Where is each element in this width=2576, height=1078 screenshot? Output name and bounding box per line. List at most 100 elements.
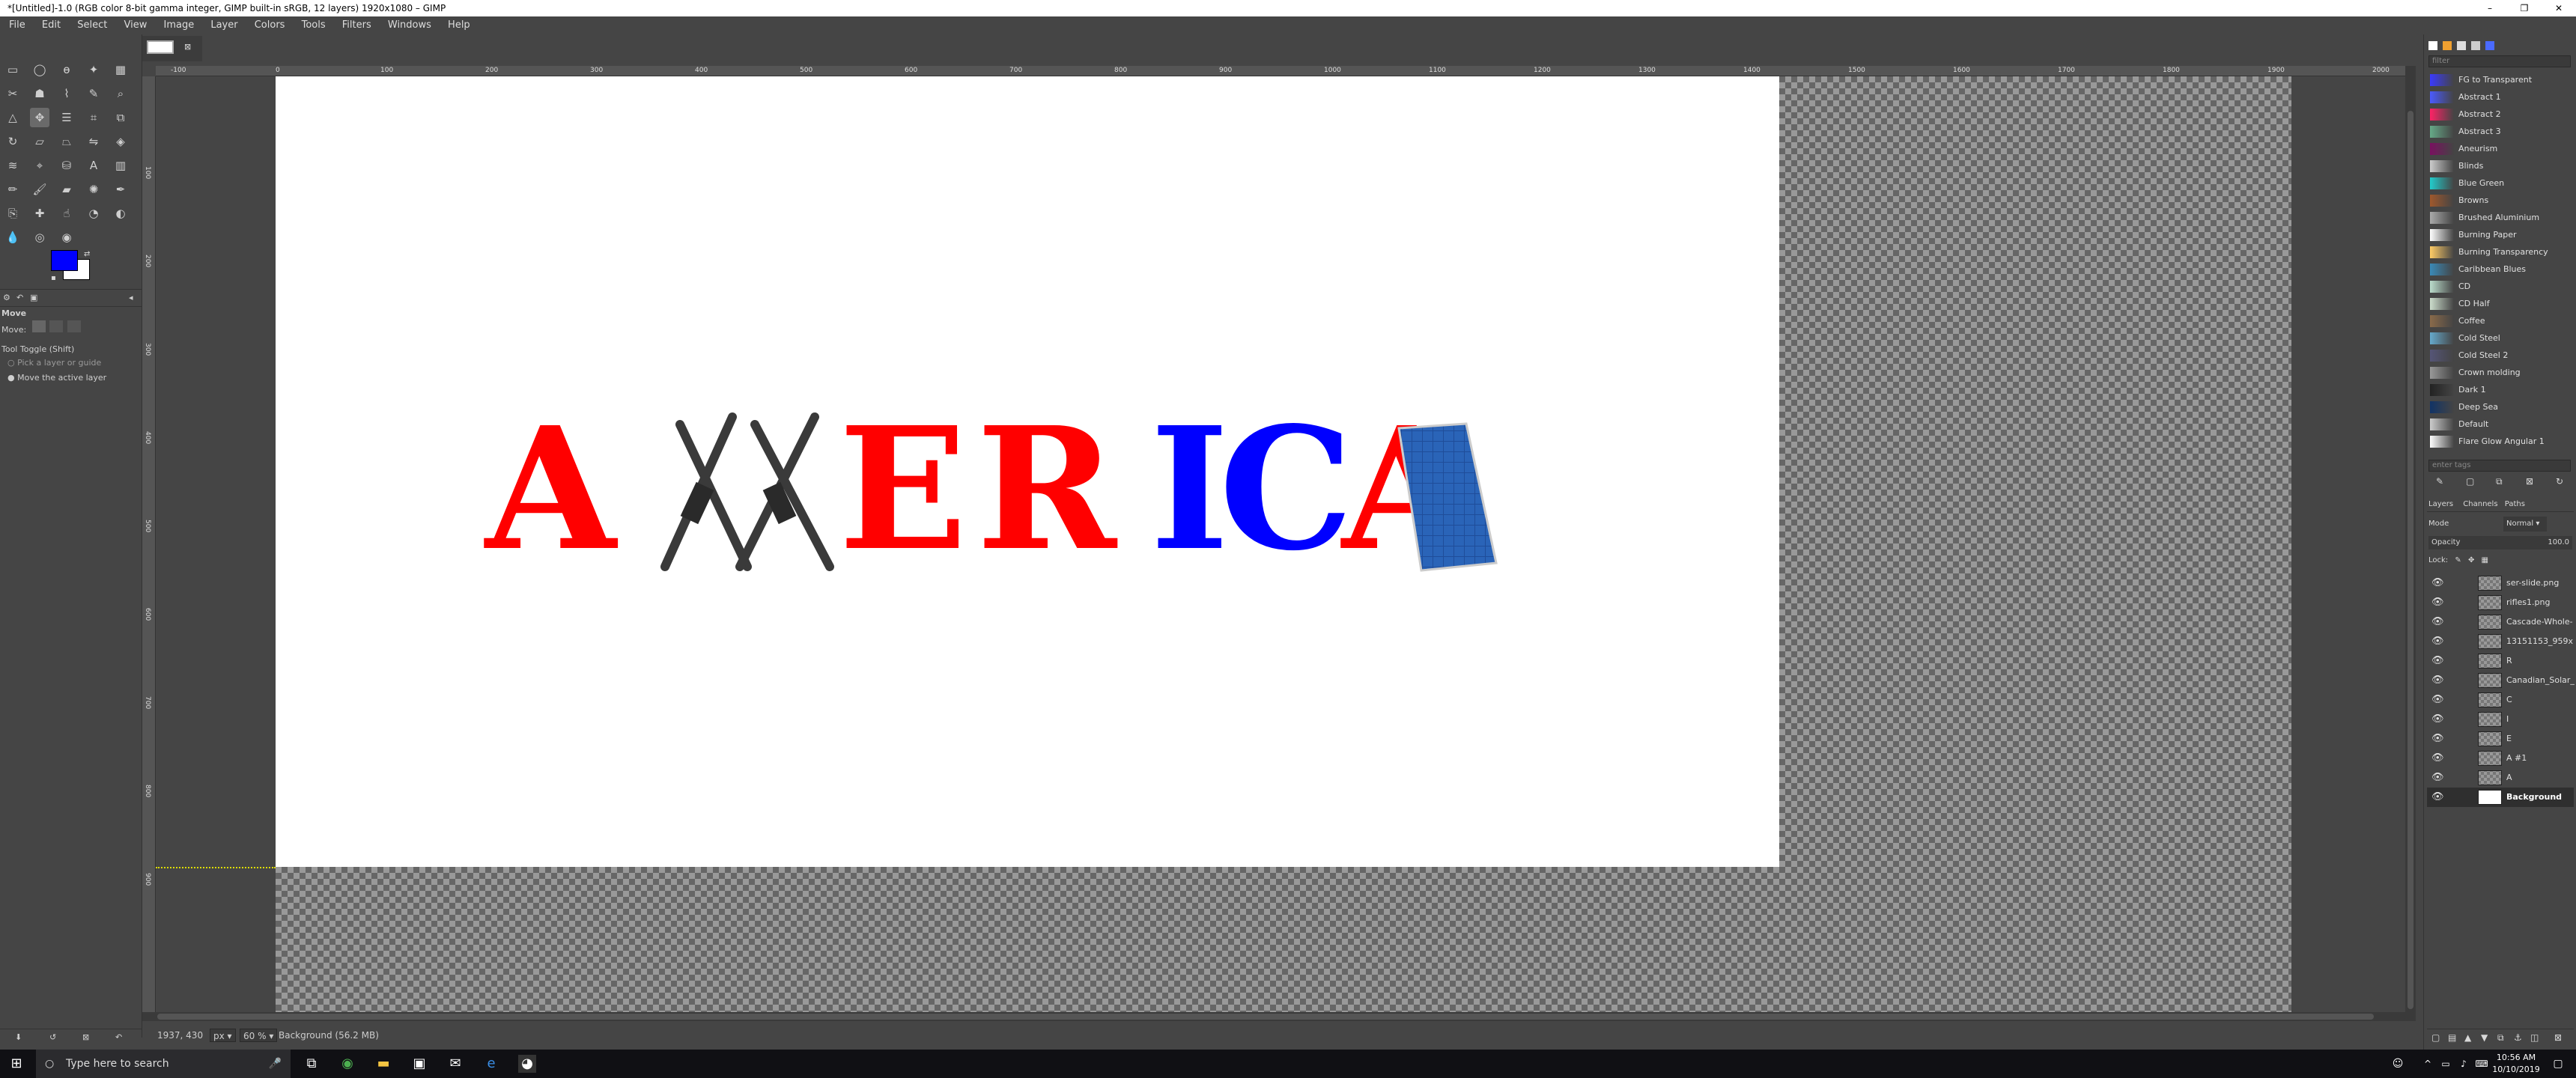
clone-icon[interactable]: ⎘ [3, 204, 22, 223]
gradient-item[interactable]: Caribbean Blues [2430, 261, 2572, 278]
warp-icon[interactable]: ≋ [3, 156, 22, 175]
horizontal-scroll-thumb[interactable] [157, 1014, 2374, 1020]
pick-layer-option[interactable]: ○ Pick a layer or guide [0, 358, 142, 368]
notifications-icon[interactable]: ▢ [2549, 1055, 2567, 1073]
close-image-icon[interactable]: ⊠ [184, 42, 191, 52]
layer-row[interactable]: 👁 I [2427, 710, 2574, 729]
reset-options-icon[interactable]: ↶ [115, 1032, 122, 1042]
layer-row[interactable]: 👁 C [2427, 690, 2574, 710]
anchor-layer-icon[interactable]: ⚓ [2514, 1032, 2522, 1043]
menu-file[interactable]: File [9, 19, 25, 31]
layer-row[interactable]: 👁 rifles1.png [2427, 593, 2574, 612]
gradient-item[interactable]: Abstract 3 [2430, 124, 2572, 140]
color-picker-icon[interactable]: ✎ [84, 84, 103, 103]
vertical-scroll-thumb[interactable] [2408, 111, 2414, 1009]
swap-colors-icon[interactable]: ⇄ [84, 250, 90, 258]
minimize-button[interactable]: – [2473, 0, 2507, 16]
delete-layer-icon[interactable]: ⊠ [2554, 1032, 2562, 1043]
layer-visibility-icon[interactable]: 👁 [2431, 593, 2444, 612]
gradient-icon[interactable]: ▥ [111, 156, 130, 175]
handle-transform-icon[interactable]: ⌖ [30, 156, 49, 175]
menu-tools[interactable]: Tools [302, 19, 326, 31]
layer-visibility-icon[interactable]: 👁 [2431, 671, 2444, 690]
mask-layer-icon[interactable]: ◫ [2530, 1032, 2539, 1043]
paintbrush-icon[interactable]: 🖌 [30, 180, 49, 199]
menu-layer[interactable]: Layer [210, 19, 237, 31]
edge-icon[interactable]: e [482, 1055, 500, 1073]
move-path-icon[interactable] [67, 320, 81, 332]
menu-colors[interactable]: Colors [255, 19, 285, 31]
ellipse-select-icon[interactable]: ◯ [30, 60, 49, 79]
select-by-color-icon[interactable]: ▦ [111, 60, 130, 79]
layer-visibility-icon[interactable]: 👁 [2431, 651, 2444, 671]
gradient-item[interactable]: Coffee [2430, 313, 2572, 329]
layer-visibility-icon[interactable]: 👁 [2431, 690, 2444, 710]
layer-visibility-icon[interactable]: 👁 [2431, 632, 2444, 651]
ink-icon[interactable]: ✒ [111, 180, 130, 199]
gradient-item[interactable]: Browns [2430, 192, 2572, 209]
move-layer-icon[interactable] [31, 320, 46, 332]
refresh-gradients-icon[interactable]: ↻ [2556, 476, 2563, 487]
layer-visibility-icon[interactable]: 👁 [2431, 612, 2444, 632]
restore-options-icon[interactable]: ↺ [49, 1032, 56, 1042]
file-explorer-icon[interactable]: ▬ [374, 1055, 392, 1073]
configure-tab-icon[interactable]: ◂ [129, 293, 133, 302]
new-layer-group-icon[interactable]: ▤ [2448, 1032, 2456, 1043]
gimp-taskbar-icon[interactable]: ◕ [518, 1055, 536, 1073]
gradient-item[interactable]: Cold Steel [2430, 330, 2572, 347]
mail-icon[interactable]: ✉ [446, 1055, 464, 1073]
people-icon[interactable]: ☺ [2389, 1055, 2407, 1073]
patterns-tab-icon[interactable] [2443, 41, 2452, 50]
windows-start-icon[interactable]: ⊞ [7, 1055, 25, 1073]
save-options-icon[interactable]: ⬇ [15, 1032, 22, 1042]
bucket-fill-icon[interactable]: ⛁ [57, 156, 76, 175]
foreground-select-icon[interactable]: ☗ [30, 84, 49, 103]
drop-icon[interactable]: 💧 [3, 228, 22, 247]
brushes-tab-icon[interactable] [2428, 41, 2437, 50]
layer-visibility-icon[interactable]: 👁 [2431, 573, 2444, 593]
paths-icon[interactable]: ⌇ [57, 84, 76, 103]
duplicate-gradient-icon[interactable]: ⧉ [2496, 476, 2503, 487]
layer-row[interactable]: 👁 Canadian_Solar_ [2427, 671, 2575, 690]
zoom-select[interactable]: 60 % ▾ [240, 1029, 278, 1042]
network-icon[interactable]: ▭ [2437, 1055, 2455, 1073]
unified-transform-icon[interactable]: ⧉ [111, 108, 130, 127]
magic-wand-icon[interactable]: ✦ [84, 60, 103, 79]
gradient-tags-input[interactable]: enter tags [2428, 460, 2571, 472]
mode-select[interactable]: Normal ▾ [2503, 517, 2547, 532]
layer-row[interactable]: 👁 A [2427, 768, 2574, 788]
perspective-icon[interactable]: ⏢ [57, 132, 76, 151]
edit-gradient-icon[interactable]: ✎ [2436, 476, 2443, 487]
maximize-button[interactable]: ❐ [2507, 0, 2542, 16]
text-tool-icon[interactable]: A [84, 156, 103, 175]
gradient-item[interactable]: Brushed Aluminium [2430, 210, 2572, 226]
layer-row[interactable]: 👁 ser-slide.png [2427, 573, 2574, 593]
chrome-icon[interactable]: ◉ [338, 1055, 356, 1073]
duplicate-layer-icon[interactable]: ⧉ [2497, 1032, 2504, 1044]
layer-visibility-icon[interactable]: 👁 [2431, 788, 2444, 807]
gradient-item[interactable]: CD [2430, 278, 2572, 295]
gradient-item[interactable]: Flare Glow Angular 1 [2430, 433, 2572, 450]
fonts-tab-icon[interactable] [2457, 41, 2467, 50]
blur-icon[interactable]: ◔ [84, 204, 103, 223]
shear-icon[interactable]: ▱ [30, 132, 49, 151]
gradient-item[interactable]: Dark 1 [2430, 382, 2572, 398]
new-gradient-icon[interactable]: ▢ [2466, 476, 2474, 487]
move-tool-icon[interactable]: ✥ [30, 108, 49, 127]
image-canvas[interactable]: A E R I C A [276, 76, 1779, 867]
layer-visibility-icon[interactable]: 👁 [2431, 749, 2444, 768]
layer-row[interactable]: 👁 Cascade-Whole- [2427, 612, 2574, 632]
airbrush-icon[interactable]: ✺ [84, 180, 103, 199]
horizontal-scrollbar[interactable] [142, 1012, 2405, 1021]
gradient-filter-input[interactable]: filter [2428, 55, 2571, 67]
layer-visibility-icon[interactable]: 👁 [2431, 710, 2444, 729]
rotate-icon[interactable]: ↻ [3, 132, 22, 151]
move-active-layer-option[interactable]: ● Move the active layer [0, 373, 142, 383]
gradient-item[interactable]: Blue Green [2430, 175, 2572, 192]
menu-windows[interactable]: Windows [388, 19, 431, 31]
gradient-item[interactable]: Blinds [2430, 158, 2572, 174]
raise-layer-icon[interactable]: ▲ [2464, 1032, 2471, 1043]
new-layer-icon[interactable]: ▢ [2431, 1032, 2440, 1043]
mypaint-icon[interactable]: ◎ [30, 228, 49, 247]
gradient-item[interactable]: Abstract 1 [2430, 89, 2572, 106]
